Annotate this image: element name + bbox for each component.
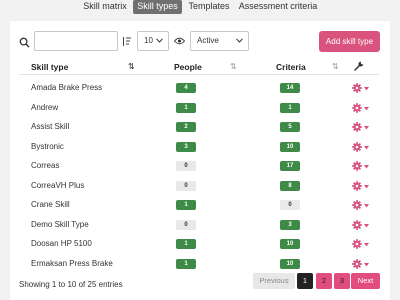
skill-type-name[interactable]: Crane Skill [31,200,70,209]
page-size-select[interactable]: 10 [137,31,169,51]
table-row[interactable]: Ermaksan Press Brake 1 10 [10,255,390,275]
page-3-button[interactable]: 3 [334,273,350,289]
table-row[interactable]: Crane Skill 1 0 [10,196,390,216]
table-row[interactable]: Assist Skill 2 5 [10,118,390,138]
gear-icon[interactable] [352,83,362,93]
caret-down-icon[interactable] [364,262,369,267]
people-count-badge: 3 [176,141,196,152]
eye-icon [174,37,185,45]
entries-info: Showing 1 to 10 of 25 entries [19,280,123,289]
caret-down-icon[interactable] [364,87,369,91]
gear-icon[interactable] [352,141,362,152]
chevron-down-icon [156,38,163,43]
page-size-value: 10 [144,36,153,45]
search-input[interactable] [34,31,118,51]
sort-icon[interactable]: ⇅ [332,62,339,71]
criteria-count-badge: 8 [280,180,300,191]
wrench-icon [354,61,364,71]
gear-icon[interactable] [352,122,362,132]
people-count-badge: 4 [176,83,196,93]
criteria-count-badge: 0 [280,200,300,210]
column-header-criteria[interactable]: Criteria [276,62,306,74]
status-filter-value: Active [197,36,219,45]
people-count-badge: 1 [176,258,196,269]
gear-icon[interactable] [352,161,362,171]
people-count-badge: 0 [176,161,196,171]
top-tabs: Skill matrix Skill types Templates Asses… [0,0,400,14]
header-divider [19,74,379,75]
caret-down-icon[interactable] [364,106,369,111]
sort-asc-icon[interactable]: ⇅ [128,62,135,71]
people-count-badge: 0 [176,180,196,191]
caret-down-icon[interactable] [364,204,369,208]
gear-icon[interactable] [352,258,362,269]
add-skill-type-button[interactable]: Add skill type [319,31,380,52]
search-icon [19,37,30,48]
criteria-count-badge: 10 [280,258,300,269]
skill-type-name[interactable]: Demo Skill Type [31,220,89,229]
table-row[interactable]: CorreaVH Plus 0 8 [10,177,390,197]
caret-down-icon[interactable] [364,126,369,130]
criteria-count-badge: 14 [280,83,300,93]
people-count-badge: 2 [176,122,196,132]
skill-type-name[interactable]: Amada Brake Press [31,83,102,92]
previous-button[interactable]: Previous [253,273,295,289]
skill-type-name[interactable]: Doosan HP 5100 [31,239,92,248]
criteria-count-badge: 10 [280,141,300,152]
criteria-count-badge: 3 [280,219,300,230]
page-1-button[interactable]: 1 [297,273,313,289]
tab-assessment-criteria[interactable]: Assessment criteria [238,0,318,14]
caret-down-icon[interactable] [364,165,369,169]
table-row[interactable]: Amada Brake Press 4 14 [10,79,390,99]
criteria-count-badge: 1 [280,102,300,113]
skill-type-name[interactable]: Bystronic [31,142,64,151]
gear-icon[interactable] [352,102,362,113]
status-filter-select[interactable]: Active [190,31,249,51]
next-button[interactable]: Next [351,273,380,289]
table-row[interactable]: Doosan HP 5100 1 10 [10,235,390,255]
gear-icon[interactable] [352,180,362,191]
tab-skill-matrix[interactable]: Skill matrix [80,0,130,14]
skill-type-name[interactable]: CorreaVH Plus [31,181,84,190]
caret-down-icon[interactable] [364,145,369,150]
column-header-skill-type[interactable]: Skill type [31,62,68,74]
caret-down-icon[interactable] [364,184,369,189]
people-count-badge: 1 [176,239,196,249]
skill-type-name[interactable]: Ermaksan Press Brake [31,259,113,268]
caret-down-icon[interactable] [364,243,369,247]
sort-icon[interactable]: ⇅ [230,62,237,71]
people-count-badge: 0 [176,219,196,230]
page-2-button[interactable]: 2 [316,273,332,289]
skill-type-name[interactable]: Andrew [31,103,58,112]
criteria-count-badge: 17 [280,161,300,171]
gear-icon[interactable] [352,200,362,210]
tab-skill-types[interactable]: Skill types [133,0,182,14]
table-row[interactable]: Bystronic 3 10 [10,138,390,158]
criteria-count-badge: 5 [280,122,300,132]
sort-icon[interactable] [122,36,132,47]
tab-templates[interactable]: Templates [186,0,232,14]
people-count-badge: 1 [176,200,196,210]
table-row[interactable]: Andrew 1 1 [10,99,390,119]
people-count-badge: 1 [176,102,196,113]
column-header-people[interactable]: People [174,62,202,74]
skill-types-panel: 10 Active Add skill type Skill type ⇅ Pe… [10,21,390,300]
caret-down-icon[interactable] [364,223,369,228]
criteria-count-badge: 10 [280,239,300,249]
table-row[interactable]: Demo Skill Type 0 3 [10,216,390,236]
skill-type-name[interactable]: Correas [31,161,59,170]
gear-icon[interactable] [352,219,362,230]
table-row[interactable]: Correas 0 17 [10,157,390,177]
skill-type-name[interactable]: Assist Skill [31,122,69,131]
gear-icon[interactable] [352,239,362,249]
chevron-down-icon [236,38,243,43]
